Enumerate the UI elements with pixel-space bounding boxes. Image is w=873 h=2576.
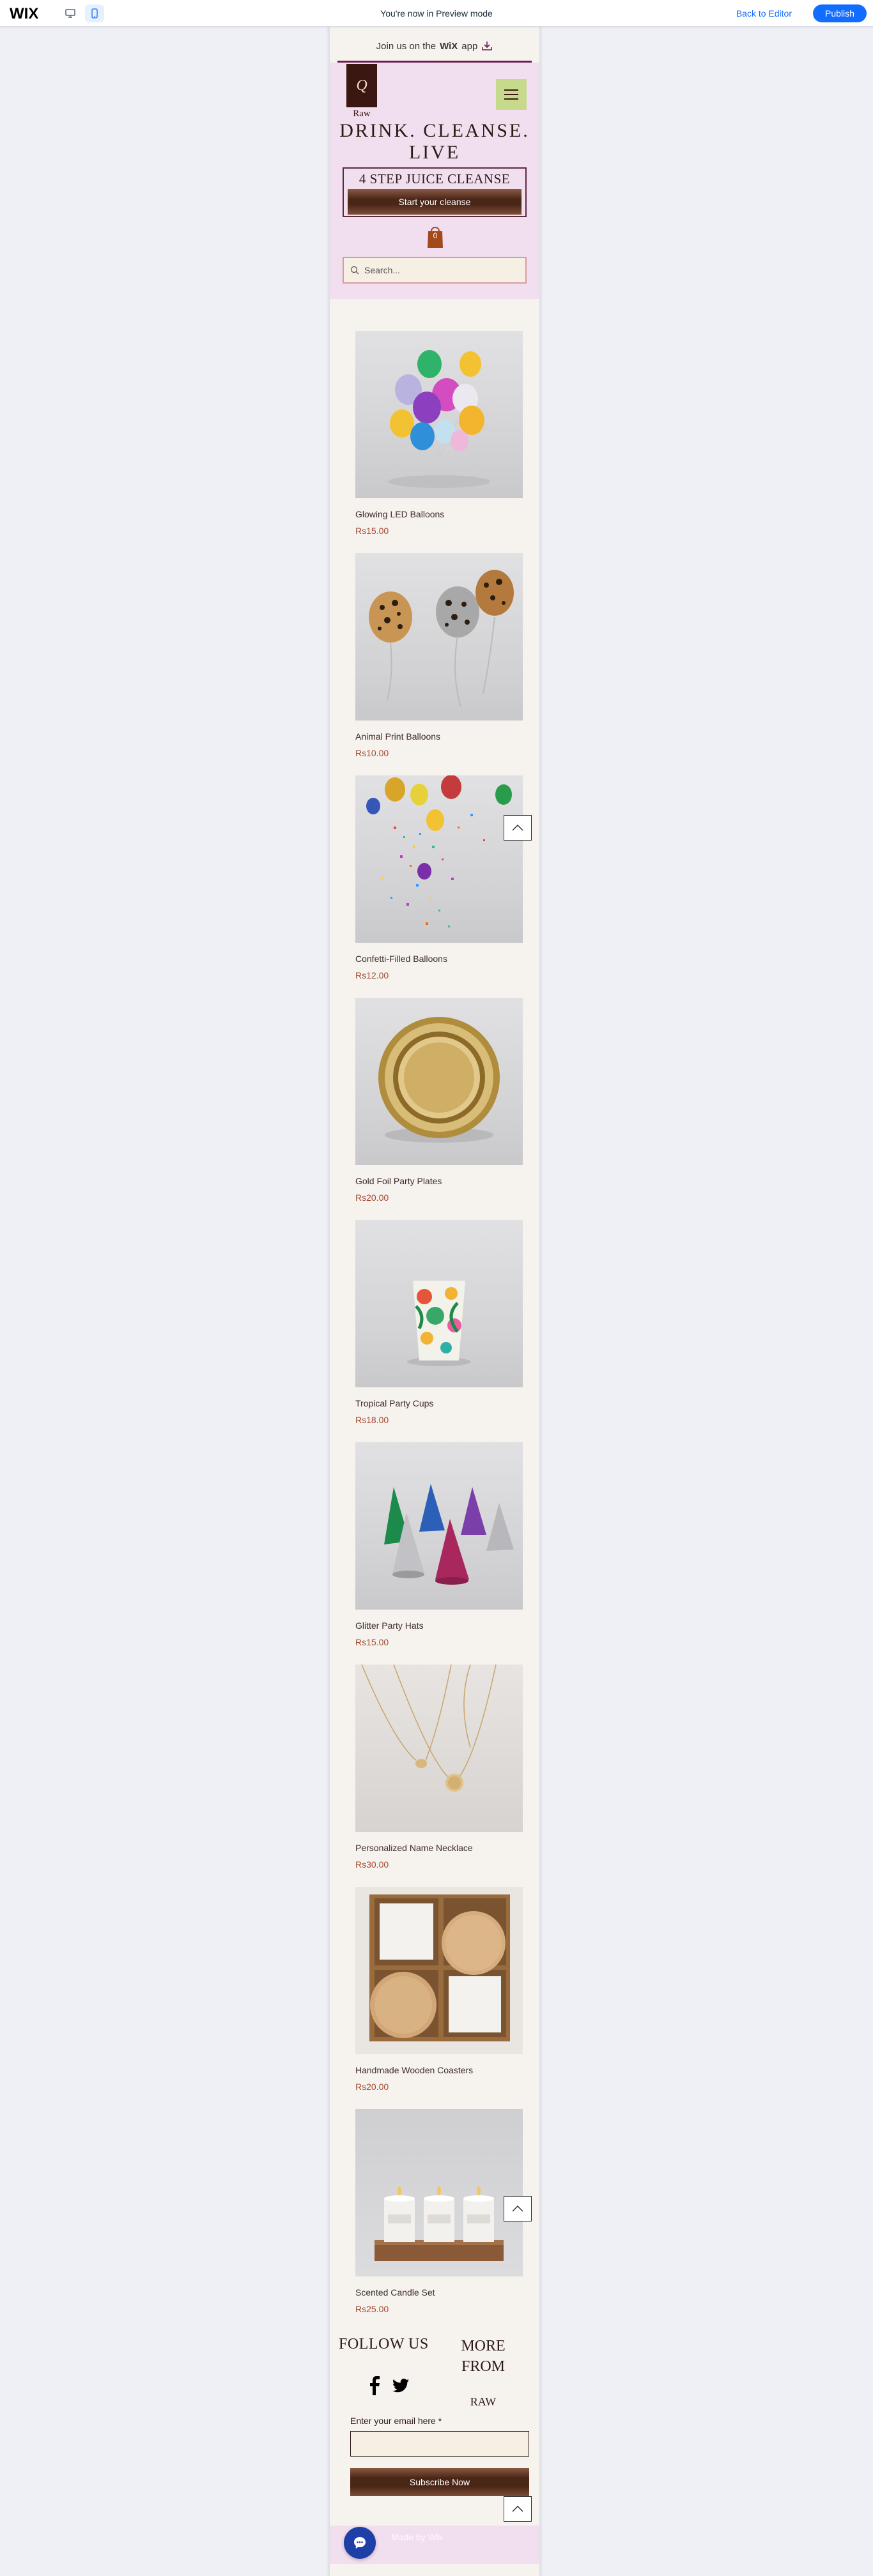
product-name[interactable]: Personalized Name Necklace (355, 1843, 523, 1853)
mobile-icon (91, 8, 98, 19)
search-bar[interactable] (343, 257, 527, 284)
subscribe-button[interactable]: Subscribe Now (350, 2468, 529, 2496)
product-image[interactable] (355, 998, 523, 1165)
hamburger-menu-button[interactable] (496, 79, 527, 110)
chat-bubble-icon (354, 2537, 366, 2549)
headline-line-1: DRINK. CLEANSE. (339, 120, 530, 141)
product-name[interactable]: Handmade Wooden Coasters (355, 2065, 523, 2075)
back-to-top-button[interactable] (504, 815, 532, 841)
product-price: Rs18.00 (355, 1415, 389, 1425)
back-to-top-button[interactable] (504, 2196, 532, 2222)
wooden-coasters-image (369, 1894, 510, 2041)
hero-headline: DRINK. CLEANSE. LIVE (330, 120, 539, 164)
product-card[interactable]: Scented Candle Set Rs25.00 (355, 2109, 523, 2314)
more-from-brand-link[interactable]: RAW (451, 2395, 515, 2409)
confetti-balloons-image (366, 775, 512, 927)
email-field[interactable] (350, 2431, 529, 2457)
product-image[interactable] (355, 553, 523, 720)
more-from-heading: MORE FROM (451, 2336, 515, 2377)
mobile-view-button[interactable] (85, 4, 104, 22)
product-card[interactable]: Handmade Wooden Coasters Rs20.00 (355, 1887, 523, 2092)
chevron-up-icon (512, 2506, 523, 2512)
publish-button[interactable]: Publish (813, 4, 867, 22)
product-card[interactable]: Confetti-Filled Balloons Rs12.00 (355, 775, 523, 980)
animal-balloons-image (369, 570, 514, 707)
product-price: Rs25.00 (355, 2304, 389, 2314)
product-name[interactable]: Scented Candle Set (355, 2287, 523, 2298)
app-banner-text: Join us on the (376, 40, 436, 52)
logo-letter: Q (356, 77, 367, 94)
product-name[interactable]: Confetti-Filled Balloons (355, 954, 523, 964)
product-image[interactable] (355, 775, 523, 943)
menu-icon-bar (504, 89, 518, 91)
product-price: Rs20.00 (355, 2082, 389, 2092)
logo-wordmark: Raw (353, 109, 371, 119)
app-banner-brand: WiX (440, 40, 458, 52)
cart-count: 0 (433, 231, 438, 240)
chevron-up-icon (512, 825, 523, 831)
product-card[interactable]: Gold Foil Party Plates Rs20.00 (355, 998, 523, 1203)
gold-plate-image (378, 1017, 500, 1143)
start-cleanse-button[interactable]: Start your cleanse (348, 189, 521, 215)
product-price: Rs15.00 (355, 526, 389, 536)
product-price: Rs10.00 (355, 748, 389, 758)
product-image[interactable] (355, 2109, 523, 2276)
product-price: Rs15.00 (355, 1637, 389, 1647)
desktop-icon (65, 9, 75, 18)
facebook-icon[interactable] (368, 2376, 382, 2395)
product-card[interactable]: Glitter Party Hats Rs15.00 (355, 1442, 523, 1647)
product-card[interactable]: Tropical Party Cups Rs18.00 (355, 1220, 523, 1425)
headline-line-2: LIVE (408, 142, 461, 163)
promo-title: 4 STEP JUICE CLEANSE (359, 171, 511, 187)
menu-icon-bar (504, 94, 518, 95)
more-from-line-1: MORE (461, 2338, 506, 2354)
chat-button[interactable] (344, 2527, 376, 2559)
follow-us-heading: FOLLOW US (339, 2336, 429, 2352)
app-banner-suffix: app (461, 40, 478, 52)
mobile-site-frame: Join us on the WiX app Q Raw DRINK. CLEA… (330, 27, 539, 2576)
product-name[interactable]: Glowing LED Balloons (355, 509, 523, 519)
chevron-up-icon (512, 2206, 523, 2212)
cleanse-promo: 4 STEP JUICE CLEANSE Start your cleanse (343, 167, 527, 217)
site-header: Q Raw DRINK. CLEANSE. LIVE 4 STEP JUICE … (330, 63, 539, 299)
product-name[interactable]: Glitter Party Hats (355, 1620, 523, 1631)
wix-logo[interactable]: WIX (10, 5, 38, 23)
product-card[interactable]: Glowing LED Balloons Rs15.00 (355, 331, 523, 536)
necklace-image (361, 1665, 497, 1792)
product-name[interactable]: Animal Print Balloons (355, 731, 523, 742)
join-app-banner[interactable]: Join us on the WiX app (330, 38, 539, 54)
download-icon (482, 42, 493, 50)
twitter-icon[interactable] (392, 2379, 409, 2393)
frame-shadow-right (539, 27, 543, 2576)
back-to-editor-link[interactable]: Back to Editor (736, 8, 792, 19)
product-card[interactable]: Personalized Name Necklace Rs30.00 (355, 1665, 523, 1870)
tropical-cup-image (407, 1281, 471, 1366)
product-image[interactable] (355, 331, 523, 498)
product-name[interactable]: Tropical Party Cups (355, 1398, 523, 1408)
product-image[interactable] (355, 1220, 523, 1387)
search-icon (350, 266, 359, 275)
product-price: Rs12.00 (355, 970, 389, 980)
candle-set-image (375, 2186, 504, 2261)
product-name[interactable]: Gold Foil Party Plates (355, 1176, 523, 1186)
product-image[interactable] (355, 1887, 523, 2054)
desktop-view-button[interactable] (61, 4, 80, 22)
editor-top-bar: WIX You're now in Preview mode Back to E… (0, 0, 873, 27)
back-to-top-button[interactable] (504, 2496, 532, 2522)
menu-icon-bar (504, 98, 518, 100)
more-from-line-2: FROM (461, 2358, 506, 2375)
product-card[interactable]: Animal Print Balloons Rs10.00 (355, 553, 523, 758)
product-image[interactable] (355, 1442, 523, 1610)
footer-credit: Made by Wix (391, 2532, 443, 2542)
balloons-image (388, 350, 490, 488)
product-price: Rs30.00 (355, 1859, 389, 1870)
brand-logo[interactable]: Q (346, 64, 377, 107)
email-label: Enter your email here * (350, 2416, 442, 2426)
party-hats-image (384, 1484, 514, 1585)
search-input[interactable] (364, 265, 511, 275)
product-price: Rs20.00 (355, 1193, 389, 1203)
product-image[interactable] (355, 1665, 523, 1832)
